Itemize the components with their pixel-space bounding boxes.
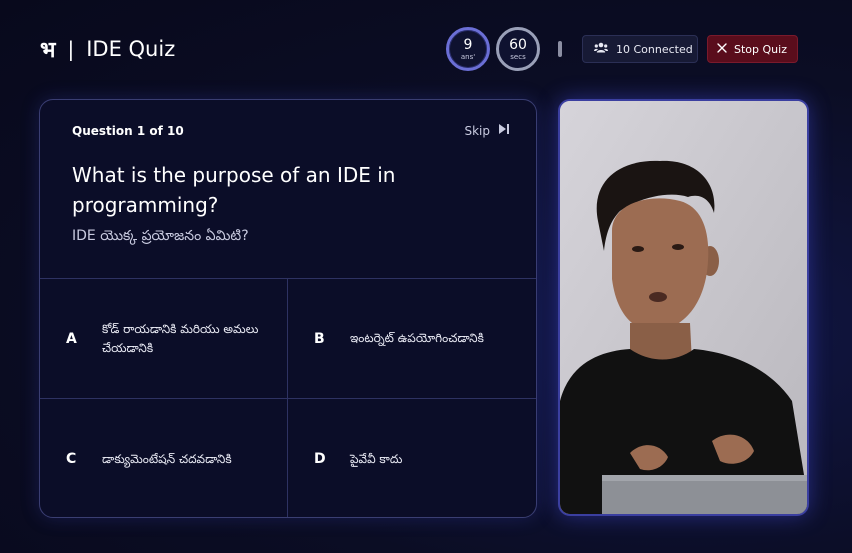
connected-label: 10 Connected [616,42,693,56]
presenter-image [560,101,807,514]
seconds-label: secs [510,52,526,61]
option-c[interactable]: C డాక్యుమెంటేషన్ చదవడానికి [40,399,288,517]
option-letter: B [314,330,325,347]
option-text: కోడ్ రాయడానికి మరియు అమలు చేయడానికి [102,321,259,355]
option-text: ఇంటర్నెట్ ఉపయోగించడానికి [350,331,484,345]
skip-forward-icon [498,123,510,138]
option-d[interactable]: D పైవేవీ కాదు [288,399,536,517]
brand-logo: भ [40,38,56,63]
answers-label: ans' [460,52,476,61]
answers-count: 9 [463,36,473,53]
option-a[interactable]: A కోడ్ రాయడానికి మరియు అమలు చేయడానికి [40,279,288,399]
question-counter: Question 1 of 10 [72,124,184,138]
stop-quiz-label: Stop Quiz [734,42,787,56]
question-translation: IDE యొక్క ప్రయోజనం ఏమిటి? [72,228,249,244]
option-letter: A [66,330,77,347]
page-title: IDE Quiz [86,37,176,61]
skip-label: Skip [464,123,490,138]
brand-separator: | [67,37,75,61]
question-text: What is the purpose of an IDE in program… [72,163,396,217]
option-letter: C [66,451,77,467]
option-text: డాక్యుమెంటేషన్ చదవడానికి [102,451,232,466]
connected-button[interactable]: 10 Connected [582,35,698,63]
skip-button[interactable]: Skip [464,123,510,138]
timer: 60 secs [496,27,540,71]
close-icon [717,42,727,56]
stop-quiz-button[interactable]: Stop Quiz [707,35,798,63]
header: भ | IDE Quiz 9 ans' 60 secs 10 Connected [0,0,852,98]
answer-options: A కోడ్ రాయడానికి మరియు అమలు చేయడానికి B … [40,279,536,517]
question-card: Question 1 of 10 Skip What is the purpos… [39,99,537,518]
brand: भ | IDE Quiz [40,34,175,64]
users-icon [594,42,608,56]
question-panel: Question 1 of 10 Skip What is the purpos… [40,100,536,279]
option-text: పైవేవీ కాదు [350,451,403,466]
seconds-count: 60 [509,36,527,53]
header-divider [558,41,562,57]
answers-counter: 9 ans' [446,27,490,71]
presenter-video [558,99,809,516]
option-letter: D [314,451,326,467]
option-b[interactable]: B ఇంటర్నెట్ ఉపయోగించడానికి [288,279,536,399]
